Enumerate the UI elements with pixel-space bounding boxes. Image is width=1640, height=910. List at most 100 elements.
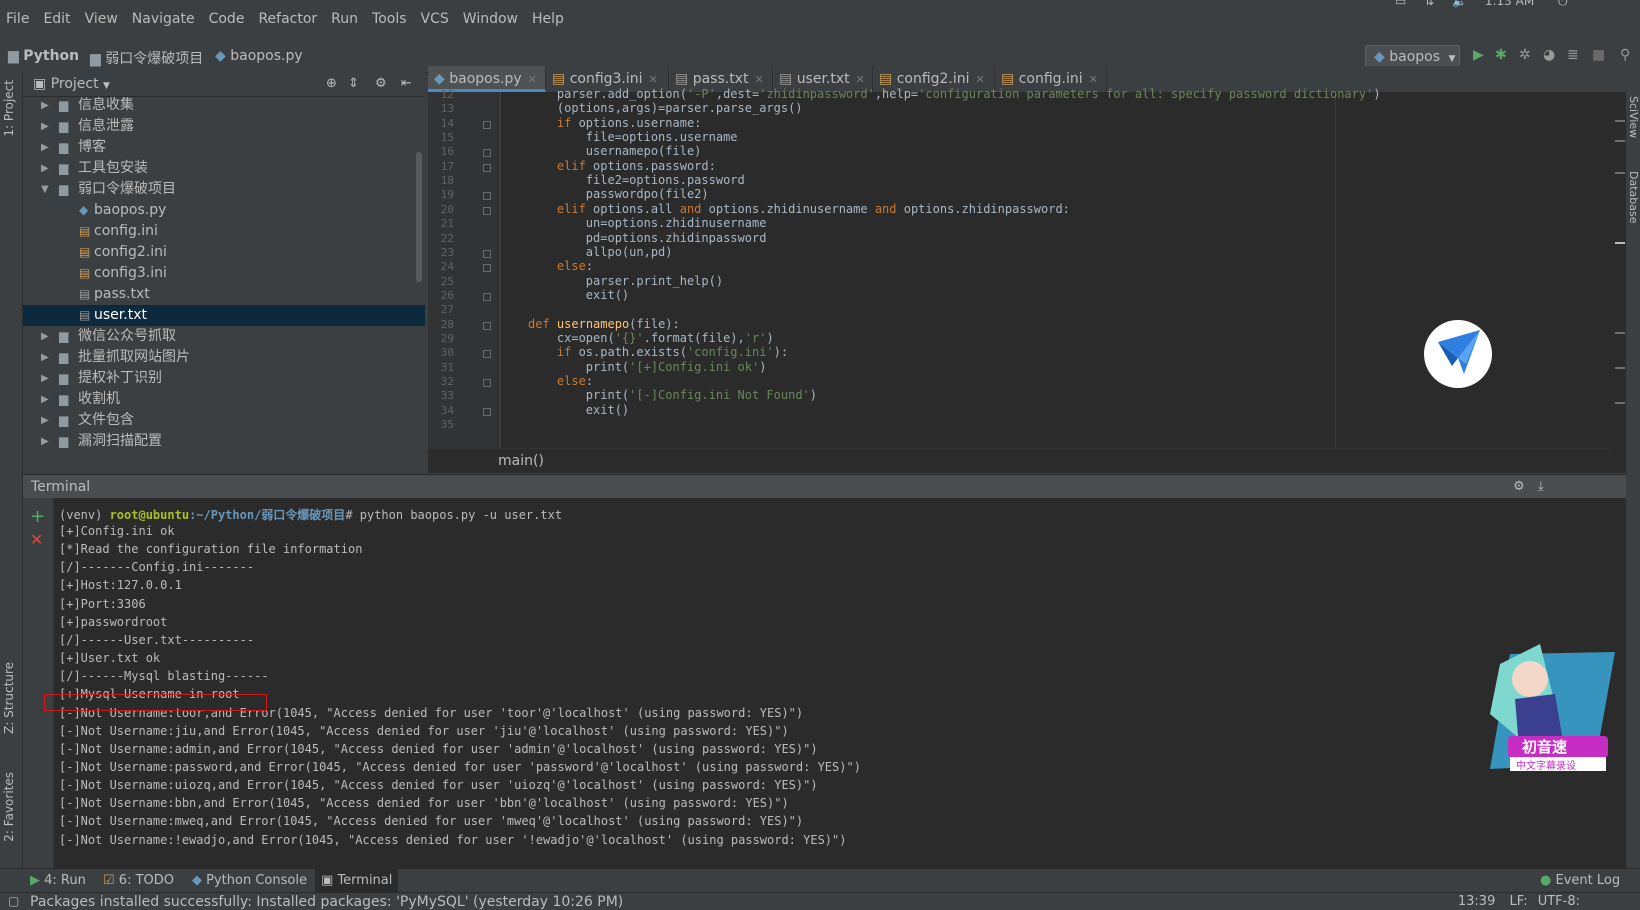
menu-run[interactable]: Run (331, 11, 358, 27)
fold-marker-icon[interactable] (483, 249, 491, 258)
close-icon[interactable]: ✕ (754, 73, 763, 86)
run-config-select[interactable]: ◆ baopos ▼ (1365, 45, 1460, 67)
run-icon[interactable]: ▶ (1473, 47, 1484, 63)
gear-icon[interactable]: ⚙ (1513, 479, 1525, 494)
terminal-tool-button[interactable]: ▣ Terminal (315, 869, 399, 893)
fold-marker-icon[interactable] (483, 407, 491, 416)
fold-marker-icon[interactable] (483, 192, 491, 201)
tree-item[interactable]: ▶ ▆ 博客 (23, 137, 425, 158)
menu-window[interactable]: Window (463, 11, 518, 27)
tree-item[interactable]: ▶ ▆ 漏洞扫描配置 (23, 431, 425, 452)
status-message[interactable]: Packages installed successfully: Install… (30, 894, 623, 910)
tree-item[interactable]: ▼ ▆ 弱口令爆破项目 (23, 179, 425, 200)
tree-item-selected[interactable]: ▤ user.txt (23, 305, 425, 326)
line-number: 26 (440, 288, 454, 302)
close-session-icon[interactable]: ✕ (30, 530, 43, 549)
tab-structure[interactable]: Z: Structure (2, 662, 16, 734)
python-console-button[interactable]: ◆ Python Console (192, 873, 307, 888)
breadcrumb-folder[interactable]: ▆ 弱口令爆破项目 (90, 48, 203, 68)
tab-sciview[interactable]: SciView (1627, 96, 1640, 138)
close-icon[interactable]: ✕ (856, 73, 865, 86)
tree-item[interactable]: ▶ ▆ 微信公众号抓取 (23, 326, 425, 347)
editor-scrollbar[interactable] (1612, 92, 1626, 472)
menu-tools[interactable]: Tools (372, 11, 407, 27)
fold-marker-icon[interactable] (483, 206, 491, 215)
breadcrumb-root[interactable]: ▆ Python (8, 48, 79, 64)
volume-icon[interactable]: 🔈 (1452, 0, 1467, 8)
menu-navigate[interactable]: Navigate (132, 11, 195, 27)
menu-code[interactable]: Code (209, 11, 245, 27)
menu-help[interactable]: Help (532, 11, 564, 27)
tree-item[interactable]: ▶ ▆ 提权补丁识别 (23, 368, 425, 389)
tree-item[interactable]: ▤ pass.txt (23, 284, 425, 305)
power-icon[interactable]: ⏻ (1558, 0, 1568, 8)
tree-item[interactable]: ▶ ▆ 批量抓取网站图片 (23, 347, 425, 368)
tree-item[interactable]: ▶ ▆ 工具包安装 (23, 158, 425, 179)
project-scrollbar[interactable] (416, 152, 422, 282)
fold-marker-icon[interactable] (483, 292, 491, 301)
gear-icon[interactable]: ⚙ (375, 76, 387, 91)
folder-icon: ▆ (8, 48, 19, 64)
code-line: parser.print_help() (528, 273, 724, 288)
tree-item[interactable]: ▤ config2.ini (23, 242, 425, 263)
code-line: pd=options.zhidinpassword (528, 230, 767, 245)
caret-position[interactable]: 13:39 (1458, 894, 1495, 909)
fold-marker-icon[interactable] (483, 350, 491, 359)
concurrency-icon[interactable]: ≣ (1567, 47, 1579, 63)
profile-icon[interactable]: ◕ (1543, 47, 1555, 63)
system-tray: ▭ ⇅ 🔈 1:13 AM ⏻ (1395, 0, 1568, 9)
search-icon[interactable]: ⚲ (1620, 47, 1630, 63)
menu-vcs[interactable]: VCS (421, 11, 449, 27)
tree-item[interactable]: ▶ ▆ 信息收集 (23, 95, 425, 116)
stop-icon[interactable]: ■ (1592, 47, 1605, 63)
tree-item[interactable]: ▶ ▆ 信息泄露 (23, 116, 425, 137)
menu-edit[interactable]: Edit (43, 11, 70, 27)
keyboard-icon[interactable]: ▭ (1395, 0, 1406, 8)
run-tool-button[interactable]: ▶ 4: Run (30, 873, 86, 888)
breadcrumb-file[interactable]: ◆ baopos.py (215, 48, 303, 64)
tree-item[interactable]: ▤ config3.ini (23, 263, 425, 284)
hide-panel-icon[interactable]: ⤓ (1538, 479, 1544, 494)
tree-item[interactable]: ◆ baopos.py (23, 200, 425, 221)
fold-marker-icon[interactable] (483, 379, 491, 387)
hide-panel-icon[interactable]: ⇤ (401, 76, 412, 91)
locate-icon[interactable]: ⊕ (326, 76, 337, 91)
menu-file[interactable]: File (6, 11, 29, 27)
todo-tool-button[interactable]: ☑ 6: TODO (103, 873, 174, 888)
tree-item[interactable]: ▶ ▆ 收割机 (23, 389, 425, 410)
clock[interactable]: 1:13 AM (1485, 0, 1534, 8)
add-session-icon[interactable]: + (30, 506, 45, 527)
status-toggle-icon[interactable]: ▢ (8, 894, 19, 908)
tab-project[interactable]: 1: Project (2, 80, 16, 137)
file-encoding[interactable]: UTF-8: (1538, 894, 1580, 909)
fold-marker-icon[interactable] (483, 149, 491, 158)
collapse-icon[interactable]: ⇕ (348, 76, 359, 91)
menu-view[interactable]: View (85, 11, 118, 27)
fold-marker-icon[interactable] (483, 163, 491, 172)
ini-file-icon: ▤ (879, 71, 893, 87)
close-icon[interactable]: ✕ (649, 73, 658, 86)
tab-favorites[interactable]: 2: Favorites (2, 772, 16, 842)
terminal-line: [/]-------Config.ini------- (59, 560, 255, 575)
debug-icon[interactable]: ✱ (1495, 47, 1507, 63)
event-log-button[interactable]: ● Event Log (1540, 873, 1620, 888)
coverage-icon[interactable]: ✲ (1519, 47, 1531, 63)
fold-marker-icon[interactable] (483, 120, 491, 129)
tree-item[interactable]: ▶ ▆ 文件包含 (23, 410, 425, 431)
terminal-output[interactable]: (venv) root@ubuntu:~/Python/弱口令爆破项目# pyt… (44, 498, 1626, 868)
close-icon[interactable]: ✕ (528, 73, 537, 86)
project-view-select[interactable]: ▣ Project ▼ (33, 76, 110, 92)
fold-marker-icon[interactable] (483, 321, 491, 330)
fold-marker-icon[interactable] (483, 264, 491, 273)
menu-refactor[interactable]: Refactor (258, 11, 317, 27)
tree-item[interactable]: ▤ config.ini (23, 221, 425, 242)
network-icon[interactable]: ⇅ (1424, 0, 1434, 8)
close-icon[interactable]: ✕ (976, 73, 985, 86)
code-editor[interactable]: 12 13 14 15 16 17 18 19 20 21 22 23 24 25 26 27 28 29 30 31… (428, 87, 1626, 473)
terminal-header: Terminal ⚙ ⤓ (23, 474, 1626, 499)
breadcrumb-function[interactable]: main() (498, 453, 544, 469)
line-separator[interactable]: LF: (1509, 894, 1527, 909)
close-icon[interactable]: ✕ (1089, 73, 1098, 86)
scroll-marker (1615, 332, 1625, 334)
tab-database[interactable]: Database (1627, 171, 1640, 224)
